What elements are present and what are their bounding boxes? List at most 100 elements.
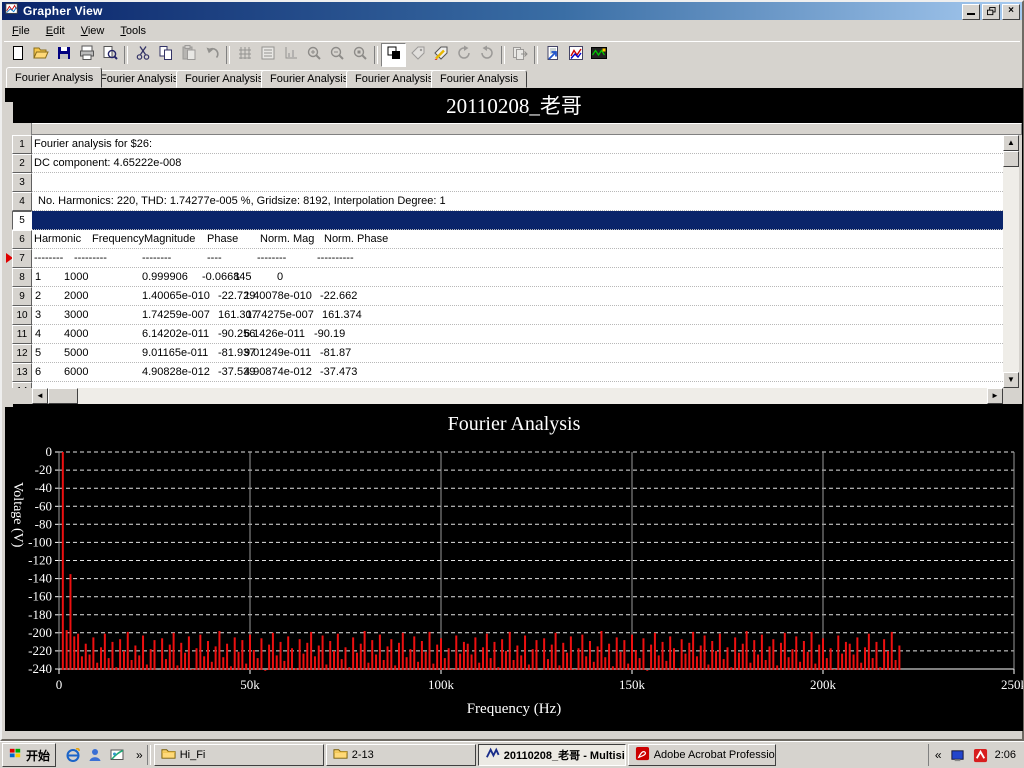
overlay-pages-button[interactable] <box>475 44 498 66</box>
quick-launch-overflow-chevron[interactable]: » <box>134 748 145 762</box>
close-button[interactable]: × <box>1002 4 1020 20</box>
table-row-8[interactable]: 8110000.999906-0.06684510 <box>12 268 1003 287</box>
row-cells[interactable]: 660004.90828e-012-37.5394.90874e-012-37.… <box>32 363 1003 382</box>
table-row-1[interactable]: 1Fourier analysis for $26: <box>12 135 1003 154</box>
row-cells[interactable]: 220001.40065e-010-22.7291.40078e-010-22.… <box>32 287 1003 306</box>
row-cells[interactable]: 440006.14202e-011-90.2566.1426e-011-90.1… <box>32 325 1003 344</box>
table-row-4[interactable]: 4No. Harmonics: 220, THD: 1.74277e-005 %… <box>12 192 1003 211</box>
menu-view[interactable]: View <box>73 23 113 39</box>
table-row-13[interactable]: 13660004.90828e-012-37.5394.90874e-012-3… <box>12 363 1003 382</box>
tab-fourier-analysis-1[interactable]: Fourier Analysis <box>6 67 102 88</box>
row-number[interactable]: 11 <box>12 325 32 344</box>
table-row-5[interactable]: 5 <box>12 211 1003 230</box>
vertical-scroll-thumb[interactable] <box>1003 151 1019 167</box>
table-row-3[interactable]: 3 <box>12 173 1003 192</box>
row-number[interactable]: 2 <box>12 154 32 173</box>
row-number[interactable]: 13 <box>12 363 32 382</box>
row-cells[interactable]: 550009.01165e-011-81.9379.01249e-011-81.… <box>32 344 1003 363</box>
new-button[interactable] <box>6 44 29 66</box>
print-preview-button[interactable] <box>98 44 121 66</box>
row-number[interactable]: 12 <box>12 344 32 363</box>
row-number[interactable]: 8 <box>12 268 32 287</box>
menu-edit[interactable]: Edit <box>38 23 73 39</box>
export-pages-icon <box>512 45 528 66</box>
scroll-down-button[interactable]: ▼ <box>1003 372 1019 388</box>
view-chart-button[interactable] <box>564 44 587 66</box>
taskbar-task-3[interactable]: 20110208_老哥 - Multisi... <box>478 744 626 766</box>
row-number[interactable]: 4 <box>12 192 32 211</box>
print-button[interactable] <box>75 44 98 66</box>
axes-button[interactable] <box>279 44 302 66</box>
row-cells[interactable]: 110000.999906-0.06684510 <box>32 268 1003 287</box>
selected-row-cells[interactable] <box>32 211 1003 230</box>
cursor-tag-button[interactable] <box>406 44 429 66</box>
table-row-9[interactable]: 9220001.40065e-010-22.7291.40078e-010-22… <box>12 287 1003 306</box>
menu-file[interactable]: File <box>4 23 38 39</box>
table-row-7[interactable]: 7---------------------------------------… <box>12 249 1003 268</box>
scroll-right-button[interactable]: ► <box>987 388 1003 404</box>
row-number[interactable]: 3 <box>12 173 32 192</box>
row-number[interactable]: 14 <box>12 382 32 388</box>
row-cells[interactable]: ----------------------------------------… <box>32 249 1003 268</box>
ie-icon[interactable] <box>64 746 82 764</box>
tray-chevron[interactable]: « <box>933 748 944 762</box>
grid-button[interactable] <box>233 44 256 66</box>
legend-button[interactable] <box>256 44 279 66</box>
open-scope-button[interactable] <box>587 44 610 66</box>
table-horizontal-scrollbar[interactable]: ◄ ► <box>32 388 1003 404</box>
zoom-out-button[interactable] <box>325 44 348 66</box>
tab-fourier-analysis-6[interactable]: Fourier Analysis <box>431 70 527 88</box>
taskbar-task-4[interactable]: Adobe Acrobat Professio... <box>628 744 776 766</box>
horizontal-scroll-thumb[interactable] <box>48 388 78 404</box>
table-vertical-scrollbar[interactable]: ▲ ▼ <box>1003 135 1019 388</box>
row-number[interactable]: 10 <box>12 306 32 325</box>
row-cells[interactable]: HarmonicFrequencyMagnitudePhaseNorm. Mag… <box>32 230 1003 249</box>
start-button[interactable]: 开始 <box>2 743 56 767</box>
menu-tools[interactable]: Tools <box>112 23 154 39</box>
black-white-button[interactable] <box>381 43 406 67</box>
zoom-full-button[interactable] <box>348 44 371 66</box>
zoom-in-button[interactable] <box>302 44 325 66</box>
row-number[interactable]: 9 <box>12 287 32 306</box>
restore-button[interactable] <box>982 4 1000 20</box>
titlebar[interactable]: Grapher View × <box>2 2 1022 20</box>
minimize-button[interactable] <box>962 4 980 20</box>
tray-blue-icon[interactable] <box>949 746 967 764</box>
row-cells[interactable]: 330001.74259e-007161.3071.74275e-007161.… <box>32 306 1003 325</box>
table-row-2[interactable]: 2DC component: 4.65222e-008 <box>12 154 1003 173</box>
table-row-12[interactable]: 12550009.01165e-011-81.9379.01249e-011-8… <box>12 344 1003 363</box>
outlook-icon[interactable] <box>108 746 126 764</box>
row-cells[interactable]: Fourier analysis for $26: <box>32 135 1003 154</box>
edit-tag-button[interactable] <box>429 44 452 66</box>
row-number[interactable]: 6 <box>12 230 32 249</box>
row-number[interactable]: 7 <box>12 249 32 268</box>
copy-button[interactable] <box>154 44 177 66</box>
scroll-up-button[interactable]: ▲ <box>1003 135 1019 151</box>
scroll-left-button[interactable]: ◄ <box>32 388 48 404</box>
table-row-10[interactable]: 10330001.74259e-007161.3071.74275e-00716… <box>12 306 1003 325</box>
row-number[interactable]: 1 <box>12 135 32 154</box>
undo-button[interactable] <box>200 44 223 66</box>
export-excel-button[interactable] <box>541 44 564 66</box>
tab-fourier-analysis-5[interactable]: Fourier Analysis <box>346 70 442 88</box>
table-row-11[interactable]: 11440006.14202e-011-90.2566.1426e-011-90… <box>12 325 1003 344</box>
taskbar-task-2[interactable]: 2-13 <box>326 744 476 766</box>
overlay-traces-button[interactable] <box>452 44 475 66</box>
row-cells[interactable]: DC component: 4.65222e-008 <box>32 154 1003 173</box>
export-pages-button[interactable] <box>508 44 531 66</box>
tab-fourier-analysis-3[interactable]: Fourier Analysis <box>176 70 272 88</box>
paste-button[interactable] <box>177 44 200 66</box>
table-row-6[interactable]: 6HarmonicFrequencyMagnitudePhaseNorm. Ma… <box>12 230 1003 249</box>
row-cells[interactable] <box>32 173 1003 192</box>
tab-fourier-analysis-4[interactable]: Fourier Analysis <box>261 70 357 88</box>
open-button[interactable] <box>29 44 52 66</box>
row-cells[interactable]: No. Harmonics: 220, THD: 1.74277e-005 %,… <box>32 192 1003 211</box>
save-button[interactable] <box>52 44 75 66</box>
messenger-icon[interactable] <box>86 746 104 764</box>
row-number[interactable]: 5 <box>12 211 32 230</box>
zoom-out-icon <box>329 45 345 66</box>
taskbar-task-1[interactable]: Hi_Fi <box>154 744 324 766</box>
tab-fourier-analysis-2[interactable]: Fourier Analysis <box>91 70 187 88</box>
avira-icon[interactable] <box>972 746 990 764</box>
cut-button[interactable] <box>131 44 154 66</box>
